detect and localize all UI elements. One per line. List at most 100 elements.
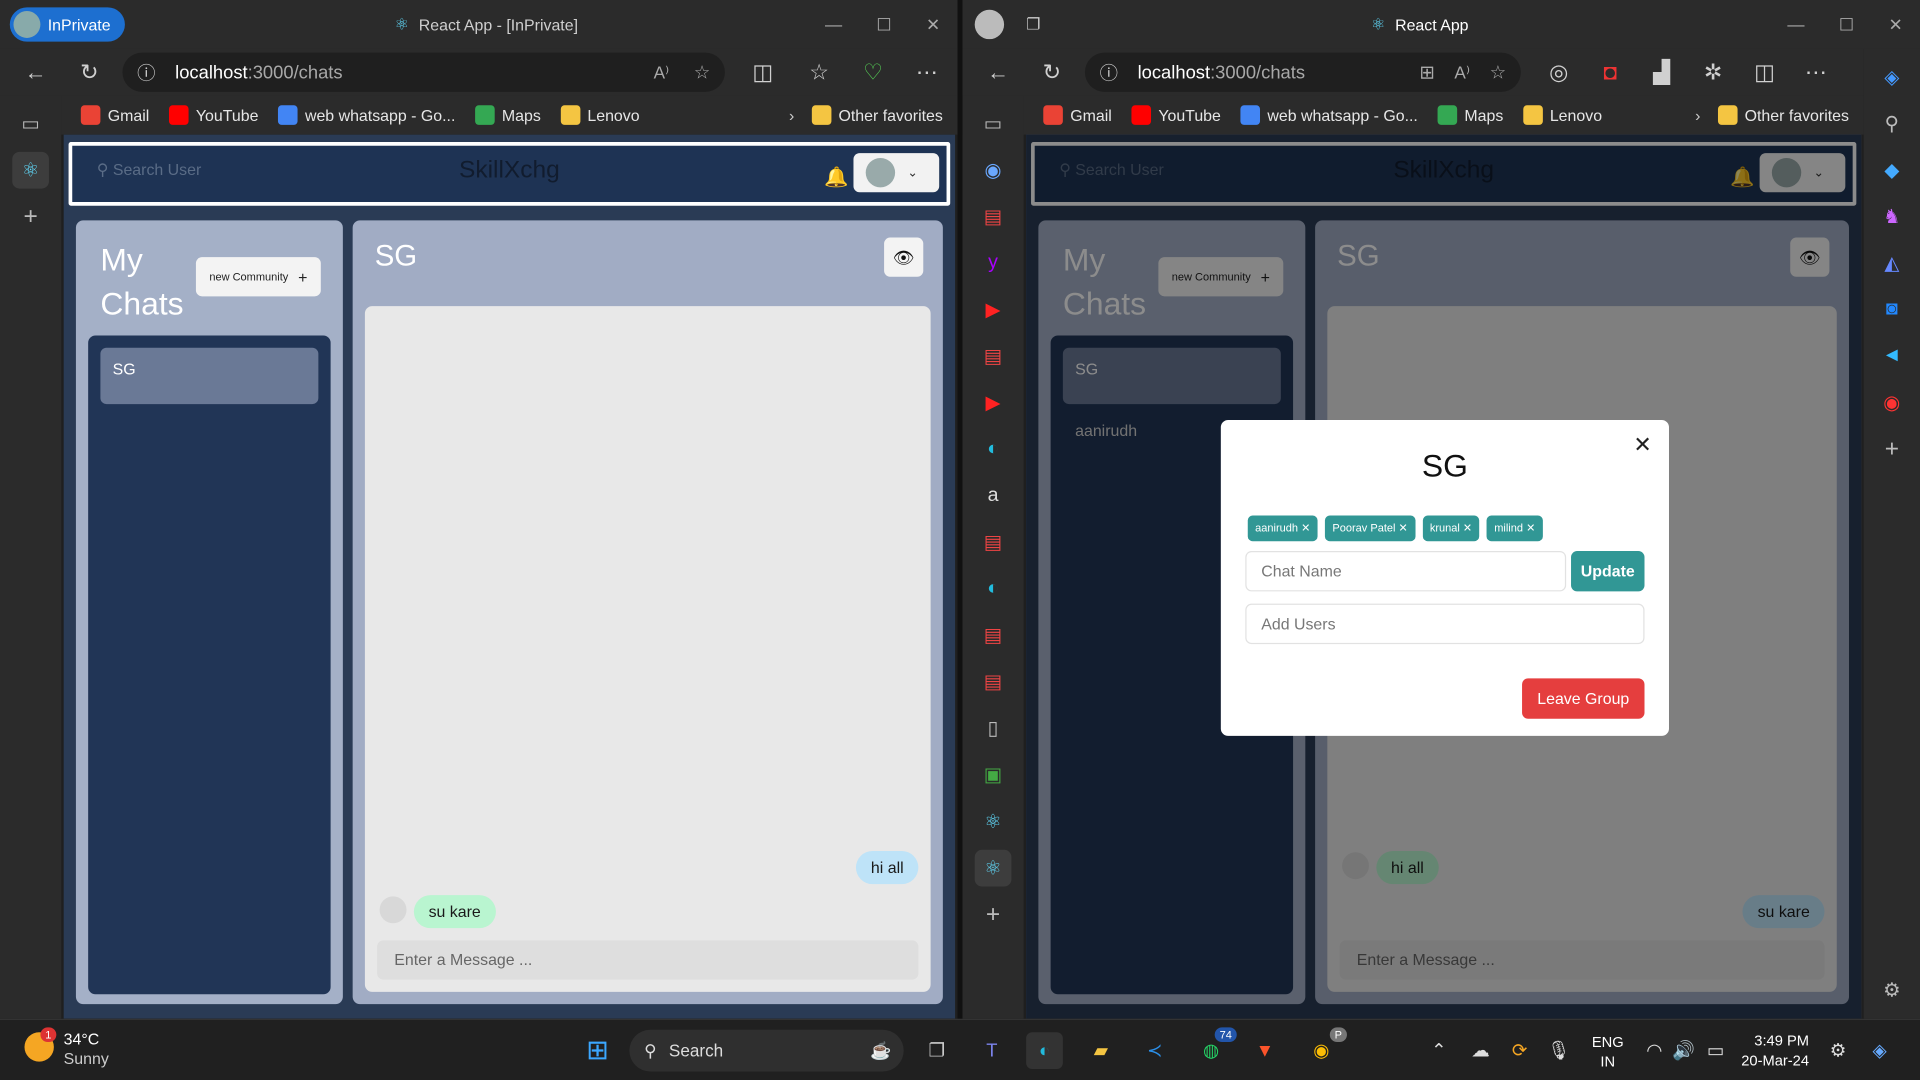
react-tab-icon[interactable]: ⚛ [12, 151, 49, 189]
more-icon[interactable]: ⋯ [1795, 54, 1837, 91]
outlook-icon[interactable]: ◙ [1873, 291, 1910, 328]
document-tab-icon[interactable]: ▯ [975, 710, 1012, 747]
favorite-youtube[interactable]: YouTube [168, 105, 258, 125]
chevron-right-icon[interactable]: › [789, 106, 794, 124]
favorite-gmail[interactable]: Gmail [80, 105, 149, 125]
tab-icon[interactable]: ◉ [975, 152, 1012, 189]
address-bar[interactable]: ⓘ localhost:3000/chats A⁾ ☆ [122, 52, 725, 92]
chevron-right-icon[interactable]: › [1695, 106, 1700, 124]
bell-icon[interactable]: 🔔 [824, 165, 848, 189]
more-icon[interactable]: ⋯ [906, 54, 948, 91]
vscode-icon[interactable]: ≺ [1136, 1032, 1173, 1069]
app-available-icon[interactable]: ⊞ [1419, 61, 1434, 83]
new-tab-icon[interactable]: + [975, 896, 1012, 933]
brave-icon[interactable]: ▼ [1247, 1032, 1284, 1069]
split-screen-icon[interactable]: ◫ [1744, 54, 1786, 91]
notification-icon[interactable]: ⚙ [1820, 1032, 1857, 1069]
remove-icon[interactable]: ✕ [1463, 522, 1472, 534]
microsoft365-icon[interactable]: ◭ [1873, 245, 1910, 282]
chrome-icon[interactable]: ◉ P [1303, 1027, 1347, 1069]
add-sidebar-icon[interactable]: + [1873, 431, 1910, 468]
new-community-button[interactable]: new Community + [195, 257, 321, 297]
start-icon[interactable]: ⊞ [579, 1032, 616, 1069]
workspaces-icon[interactable]: ❐ [1026, 15, 1040, 35]
favorite-gmail[interactable]: Gmail [1043, 105, 1112, 125]
minimize-icon[interactable]: — [1787, 14, 1804, 35]
maximize-icon[interactable]: ☐ [876, 14, 891, 35]
favorites-icon[interactable]: ☆ [798, 54, 840, 91]
health-icon[interactable]: ♡ [852, 54, 894, 91]
profile-menu-button[interactable]: ⌄ [853, 153, 940, 193]
microphone-icon[interactable]: 🎙 [1540, 1032, 1577, 1069]
remove-icon[interactable]: ✕ [1301, 522, 1310, 534]
search-icon[interactable]: ⚲ [1873, 105, 1910, 142]
clock[interactable]: 3:49 PM 20-Mar-24 [1741, 1031, 1809, 1070]
tab-actions-icon[interactable]: ▭ [975, 105, 1012, 142]
search-user[interactable]: ⚲ Search User [97, 160, 202, 180]
remove-icon[interactable]: ✕ [1399, 522, 1408, 534]
games-icon[interactable]: ♞ [1873, 198, 1910, 235]
message-input[interactable]: Enter a Message ... [377, 940, 919, 980]
weather-icon[interactable]: 1 [24, 1027, 57, 1062]
add-users-input[interactable]: Add Users [1245, 603, 1645, 645]
weather-widget[interactable]: 34°C Sunny [64, 1030, 109, 1069]
copilot-taskbar-icon[interactable]: ◈ [1861, 1032, 1898, 1069]
chat-item-sg[interactable]: SG [100, 347, 319, 405]
close-icon[interactable]: ✕ [1633, 432, 1651, 458]
back-icon[interactable]: ← [15, 54, 57, 91]
battery-icon[interactable]: ▭ [1697, 1032, 1734, 1069]
onedrive-icon[interactable]: ☁ [1462, 1032, 1499, 1069]
other-favorites[interactable]: Other favorites [811, 105, 943, 125]
copilot-icon[interactable]: ◈ [1873, 59, 1910, 96]
taskbar-search[interactable]: ⚲ Search ☕ [629, 1029, 904, 1072]
member-tag[interactable]: krunal ✕ [1422, 515, 1480, 542]
tab-actions-icon[interactable]: ▭ [12, 105, 49, 142]
pdf-tab-icon[interactable]: ▤ [975, 338, 1012, 375]
extension-icon[interactable]: ◎ [1538, 54, 1580, 91]
favorite-youtube[interactable]: YouTube [1131, 105, 1221, 125]
back-icon[interactable]: ← [977, 54, 1019, 91]
language-indicator[interactable]: ENG IN [1592, 1032, 1624, 1071]
member-tag[interactable]: aanirudh ✕ [1247, 515, 1318, 542]
maximize-icon[interactable]: ☐ [1839, 14, 1854, 35]
extensions-icon[interactable]: ✲ [1692, 54, 1734, 91]
chat-name-input[interactable]: Chat Name [1245, 551, 1567, 592]
pdf-tab-icon[interactable]: ▤ [975, 524, 1012, 561]
favorite-web-whatsapp-go[interactable]: web whatsapp - Go... [278, 105, 455, 125]
inprivate-badge[interactable]: InPrivate [9, 7, 126, 42]
pocket-icon[interactable]: ◘ [1589, 54, 1631, 91]
eye-icon[interactable]: 👁 [884, 237, 924, 277]
other-favorites[interactable]: Other favorites [1717, 105, 1849, 125]
favorite-maps[interactable]: Maps [474, 105, 541, 125]
pdf-tab-icon[interactable]: ▤ [975, 617, 1012, 654]
member-tag[interactable]: milind ✕ [1486, 515, 1543, 542]
favorite-lenovo[interactable]: Lenovo [560, 105, 640, 125]
amazon-tab-icon[interactable]: a [975, 478, 1012, 515]
file-explorer-icon[interactable]: ▰ [1082, 1032, 1119, 1069]
favorite-lenovo[interactable]: Lenovo [1522, 105, 1602, 125]
task-view-icon[interactable]: ❐ [918, 1032, 955, 1069]
favorite-maps[interactable]: Maps [1437, 105, 1503, 125]
refresh-icon[interactable]: ↻ [1031, 54, 1073, 91]
edge-icon[interactable]: ◐ [1026, 1032, 1063, 1069]
star-icon[interactable]: ☆ [1490, 61, 1506, 83]
teams-icon[interactable]: T [973, 1032, 1010, 1069]
refresh-icon[interactable]: ↻ [69, 54, 111, 91]
leave-group-button[interactable]: Leave Group [1522, 678, 1645, 719]
chevron-up-icon[interactable]: ⌃ [1420, 1032, 1457, 1069]
star-icon[interactable]: ☆ [694, 61, 710, 83]
new-tab-icon[interactable]: + [12, 198, 49, 235]
settings-icon[interactable]: ⚙ [1873, 972, 1910, 1009]
address-bar[interactable]: ⓘ localhost:3000/chats ⊞ A⁾ ☆ [1084, 52, 1521, 92]
read-aloud-icon[interactable]: A⁾ [1454, 62, 1470, 83]
favorite-web-whatsapp-go[interactable]: web whatsapp - Go... [1240, 105, 1418, 125]
sync-icon[interactable]: ⟳ [1501, 1032, 1538, 1069]
edge-tab-icon[interactable]: ◐ [975, 571, 1012, 608]
react-tab-icon[interactable]: ⚛ [975, 803, 1012, 840]
shopping-icon[interactable]: ◆ [1873, 152, 1910, 189]
drop-icon[interactable]: ◄ [1873, 338, 1910, 375]
youtube-tab-icon[interactable]: ▶ [975, 291, 1012, 328]
member-tag[interactable]: Poorav Patel ✕ [1325, 515, 1416, 542]
drive-tab-icon[interactable]: ▣ [975, 757, 1012, 794]
profile-avatar[interactable] [974, 9, 1005, 40]
